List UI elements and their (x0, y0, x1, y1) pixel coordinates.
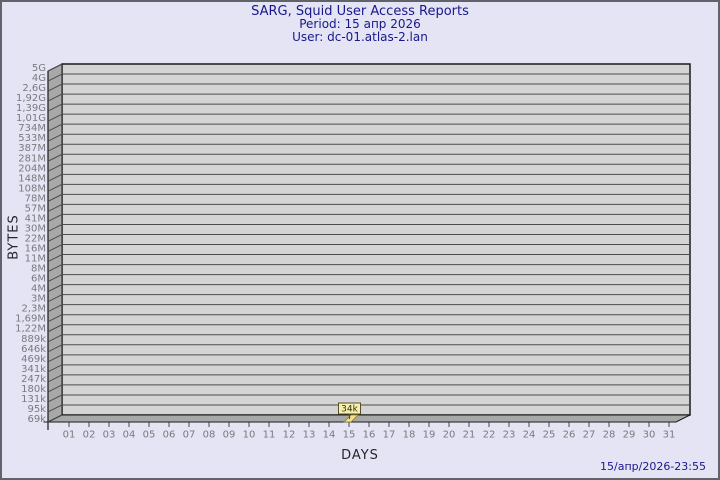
x-tick-label: 30 (643, 430, 656, 441)
x-tick-label: 23 (503, 430, 516, 441)
x-tick-label: 12 (283, 430, 296, 441)
x-tick-label: 25 (543, 430, 556, 441)
x-tick-label: 05 (143, 430, 156, 441)
x-axis-title: DAYS (341, 448, 379, 463)
x-tick-label: 29 (623, 430, 636, 441)
y-axis-title: BYTES (7, 214, 22, 260)
x-tick-label: 21 (463, 430, 476, 441)
x-tick-label: 27 (583, 430, 596, 441)
x-tick-label: 18 (403, 430, 416, 441)
x-tick-label: 24 (523, 430, 536, 441)
x-tick-label: 09 (223, 430, 236, 441)
x-tick-label: 28 (603, 430, 616, 441)
sarg-report-window: SARG, Squid User Access Reports Period: … (0, 0, 720, 480)
bar-chart: 5G4G2,6G1,92G1,39G1,01G734M533M387M281M2… (0, 0, 720, 480)
x-tick-label: 26 (563, 430, 576, 441)
plot-area-face (62, 64, 690, 415)
bar-value-label: 34k (341, 405, 358, 415)
x-tick-label: 02 (83, 430, 96, 441)
x-tick-label: 06 (163, 430, 176, 441)
x-tick-label: 14 (323, 430, 336, 441)
x-tick-label: 13 (303, 430, 316, 441)
x-tick-label: 20 (443, 430, 456, 441)
x-tick-label: 03 (103, 430, 116, 441)
generated-timestamp: 15/апр/2026-23:55 (600, 460, 706, 473)
x-tick-label: 08 (203, 430, 216, 441)
x-tick-label: 31 (663, 430, 676, 441)
x-tick-label: 01 (63, 430, 76, 441)
x-tick-label: 22 (483, 430, 496, 441)
x-tick-label: 04 (123, 430, 136, 441)
x-tick-label: 11 (263, 430, 276, 441)
x-tick-label: 15 (343, 430, 356, 441)
x-tick-label: 10 (243, 430, 256, 441)
plot-floor (48, 415, 690, 422)
x-tick-label: 17 (383, 430, 396, 441)
x-tick-label: 19 (423, 430, 436, 441)
y-tick-label: 69k (27, 414, 46, 425)
x-tick-label: 07 (183, 430, 196, 441)
x-tick-label: 16 (363, 430, 376, 441)
